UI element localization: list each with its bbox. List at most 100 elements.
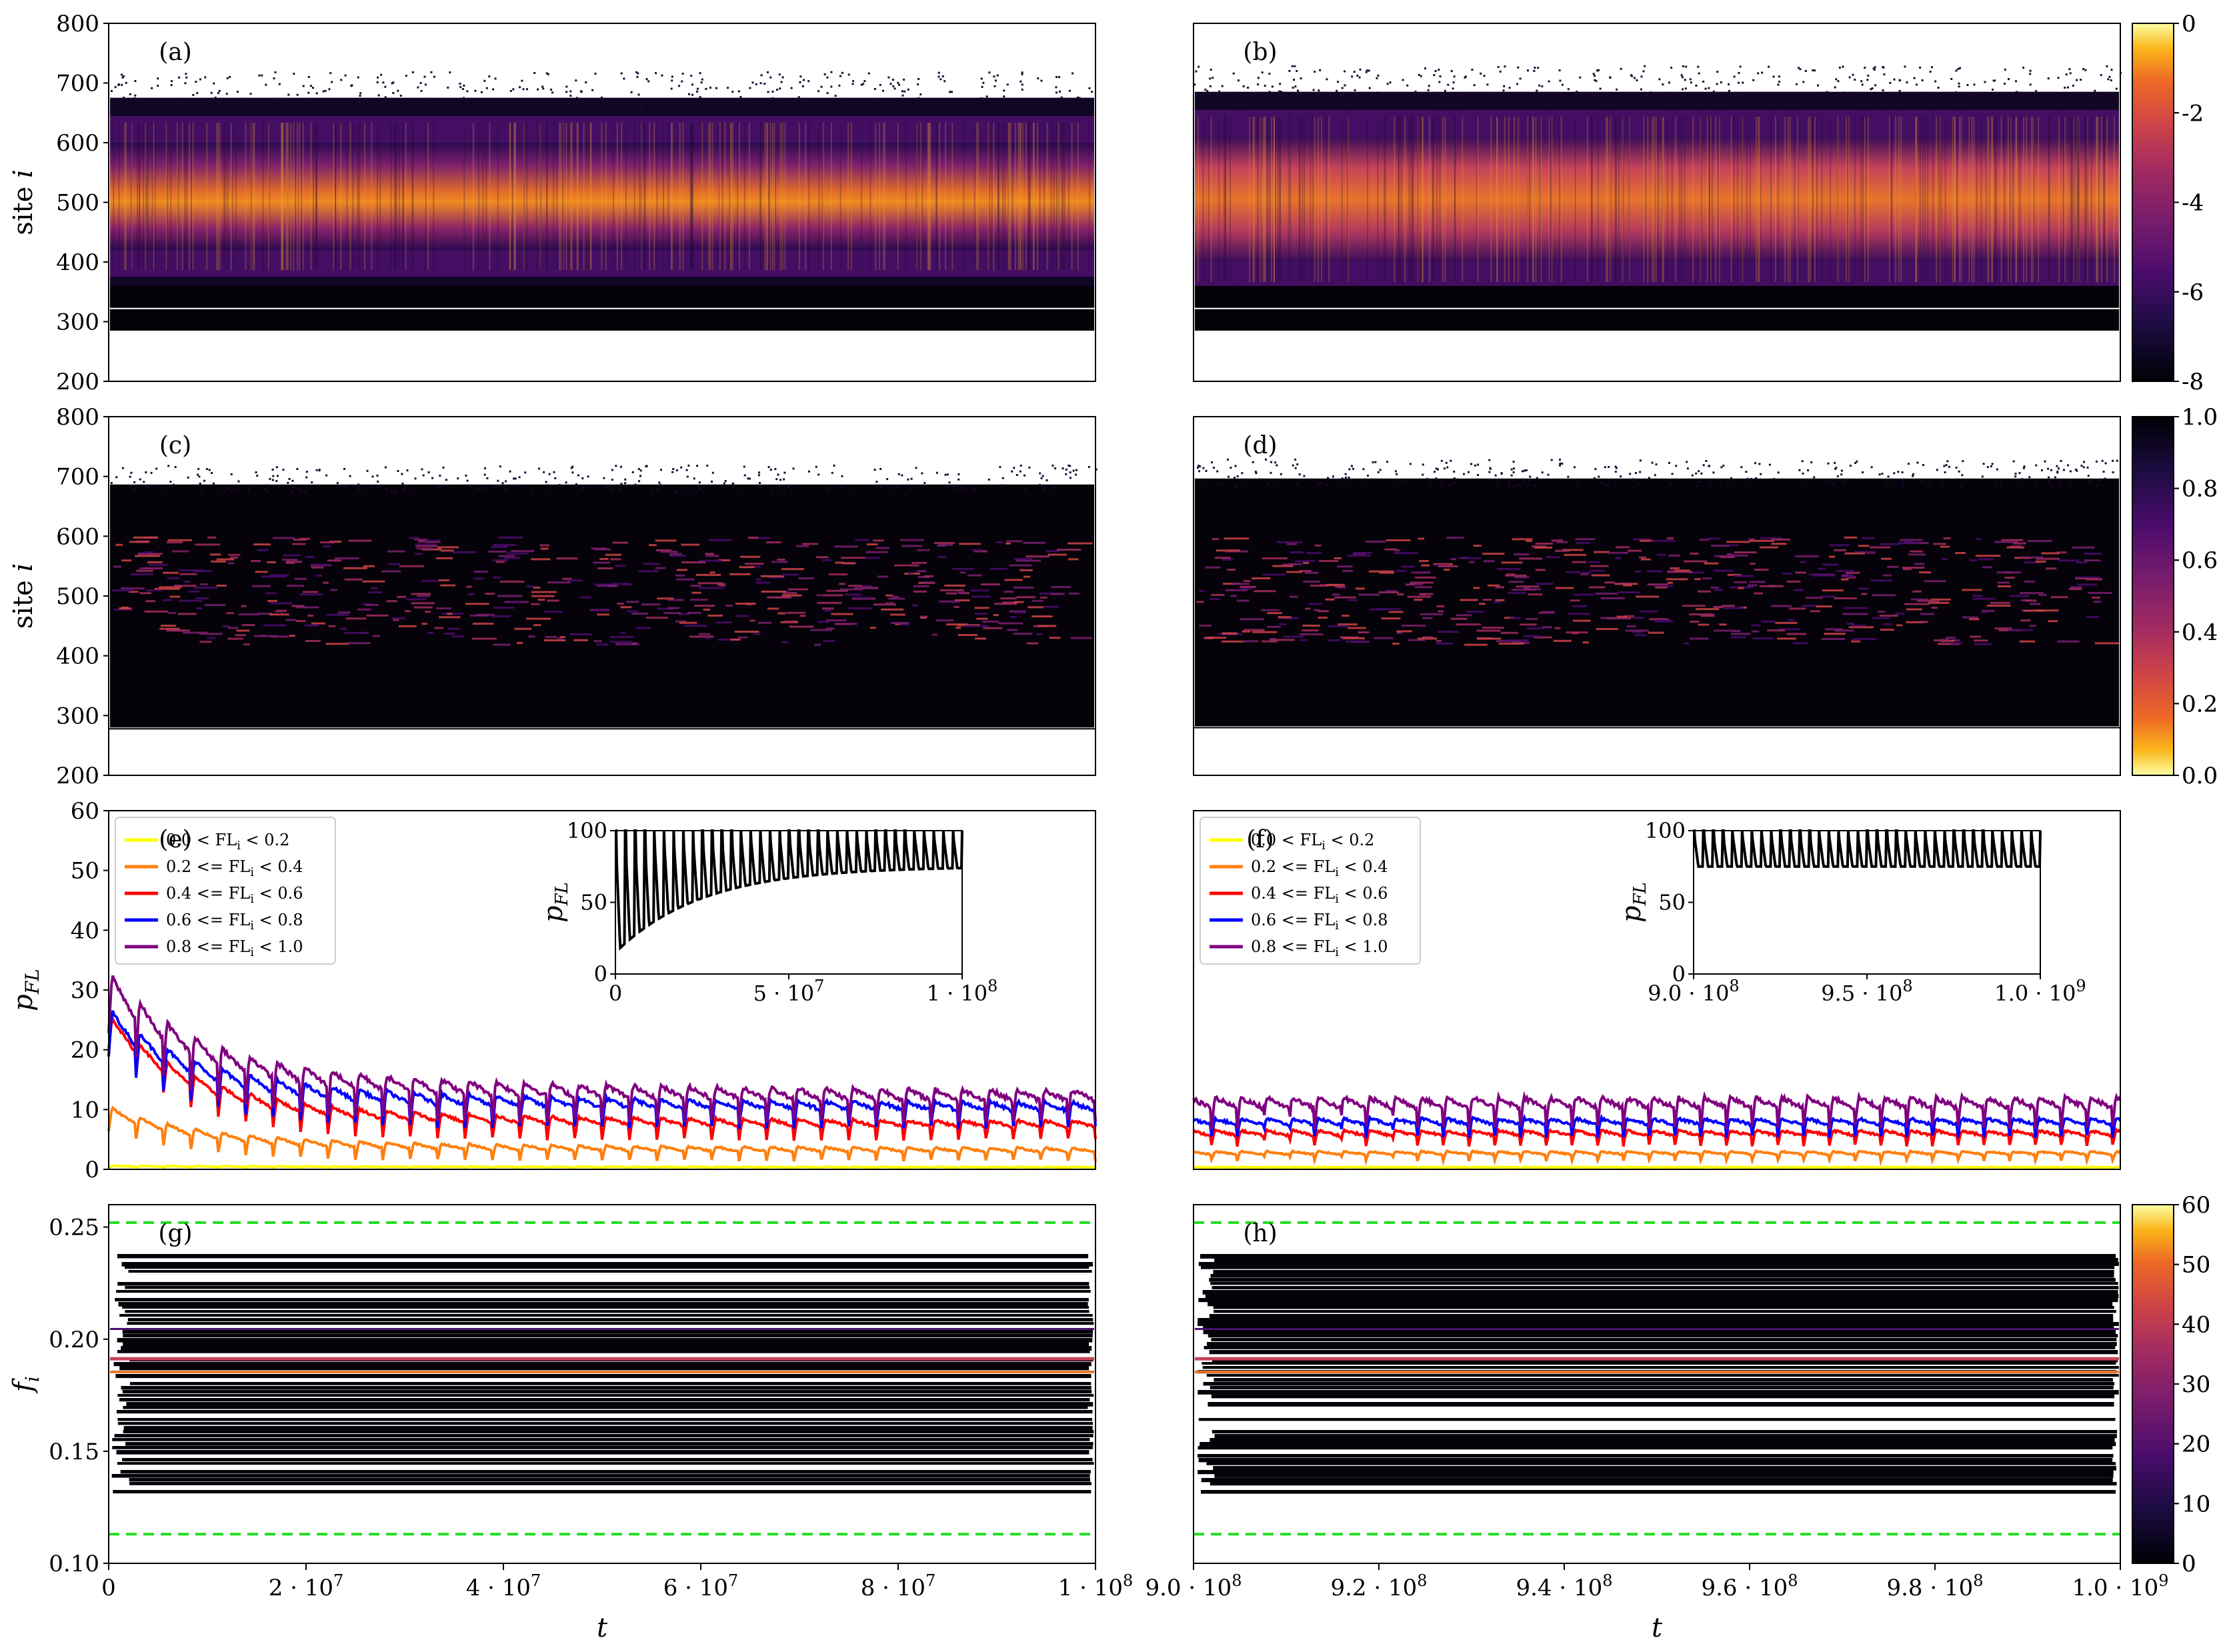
- heatmap-stripe: [1023, 575, 1031, 578]
- heatmap-speck: [501, 99, 503, 102]
- heatmap-stripe: [907, 572, 914, 575]
- heatmap-stripe: [796, 545, 809, 547]
- heatmap-streak: [176, 123, 178, 271]
- heatmap-stripe: [357, 608, 371, 611]
- heatmap-speck: [133, 97, 136, 99]
- y-tick-label: 20: [71, 1037, 99, 1064]
- heatmap-stripe: [1414, 586, 1432, 589]
- heatmap-speck: [790, 490, 793, 493]
- heatmap-speck: [799, 75, 802, 78]
- heatmap-stripe: [1236, 599, 1250, 602]
- heatmap-speck: [2098, 479, 2100, 481]
- inset-x-tick-label: 5 · 107: [753, 977, 825, 1006]
- heatmap-stripe: [437, 546, 459, 549]
- heatmap-stripe: [989, 567, 1007, 570]
- heatmap-row: [123, 1333, 1093, 1338]
- heatmap-speck: [765, 105, 767, 107]
- heatmap-speck: [1268, 96, 1271, 99]
- heatmap-streak: [1770, 117, 1772, 282]
- heatmap-stripe: [210, 560, 227, 563]
- heatmap-row: [111, 1473, 1090, 1478]
- heatmap-stripe: [698, 633, 711, 635]
- heatmap-row: [121, 1261, 1093, 1267]
- heatmap-speck: [359, 95, 361, 97]
- heatmap-speck: [212, 97, 215, 100]
- heatmap-speck: [1898, 79, 1901, 82]
- heatmap-stripe: [1468, 561, 1475, 563]
- heatmap-streak: [335, 123, 337, 271]
- heatmap-stripe: [405, 598, 427, 601]
- heatmap-stripe: [263, 624, 286, 627]
- heatmap-stripe: [362, 580, 385, 583]
- heatmap-speck: [806, 100, 809, 103]
- heatmap-speck: [696, 465, 699, 467]
- heatmap-speck: [1344, 476, 1347, 479]
- heatmap-streak: [227, 123, 229, 271]
- heatmap-stripe: [1003, 591, 1014, 593]
- heatmap-speck: [274, 71, 277, 74]
- heatmap-stripe: [1564, 553, 1587, 556]
- heatmap-stripe: [835, 623, 853, 625]
- heatmap-speck: [1739, 65, 1742, 68]
- heatmap-speck: [1003, 89, 1005, 92]
- heatmap-speck: [1740, 93, 1743, 96]
- heatmap-stripe: [204, 604, 226, 607]
- heatmap-streak: [1532, 117, 1534, 282]
- heatmap-streak: [945, 123, 947, 271]
- heatmap-speck: [328, 88, 331, 91]
- heatmap-stripe: [1824, 628, 1844, 631]
- heatmap-speck: [1017, 102, 1020, 105]
- heatmap-speck: [1837, 80, 1840, 83]
- colorbar-tick-label: 0.8: [2182, 476, 2218, 503]
- heatmap-stripe: [381, 570, 401, 573]
- heatmap-streak: [1749, 117, 1751, 282]
- heatmap-stripe: [1714, 589, 1723, 591]
- heatmap-speck: [1606, 98, 1608, 101]
- heatmap-streak: [1252, 117, 1254, 282]
- heatmap-stripe: [760, 575, 784, 577]
- heatmap-row: [1214, 1377, 2113, 1382]
- heatmap-stripe: [620, 606, 632, 609]
- heatmap-streak: [2078, 117, 2080, 282]
- heatmap-speck: [419, 81, 422, 84]
- heatmap-stripe: [227, 627, 239, 629]
- heatmap-streak: [1320, 117, 1322, 282]
- heatmap-row: [117, 1461, 1094, 1465]
- heatmap-speck: [1424, 67, 1427, 70]
- heatmap-speck: [1202, 467, 1205, 469]
- heatmap-stripe: [635, 627, 651, 629]
- heatmap-speck: [980, 97, 983, 99]
- y-tick-label: 700: [56, 71, 99, 97]
- heatmap-stripe: [2028, 539, 2053, 542]
- heatmap-speck: [957, 478, 960, 481]
- heatmap-speck: [158, 485, 161, 487]
- heatmap-stripe: [160, 625, 177, 627]
- heatmap-speck: [1414, 91, 1417, 93]
- heatmap-speck: [1901, 478, 1904, 481]
- heatmap-speck: [828, 109, 831, 111]
- heatmap-row: [123, 1405, 1088, 1409]
- heatmap-speck: [208, 469, 211, 471]
- heatmap-speck: [558, 483, 561, 486]
- heatmap-speck: [2093, 98, 2096, 101]
- heatmap-speck: [769, 108, 772, 111]
- heatmap-speck: [639, 475, 642, 477]
- heatmap-speck: [401, 473, 403, 475]
- heatmap-speck: [1852, 95, 1855, 97]
- heatmap-streak: [1607, 117, 1609, 282]
- heatmap-speck: [1504, 65, 1506, 68]
- heatmap-row: [1198, 1321, 2119, 1327]
- heatmap-speck: [549, 88, 552, 91]
- heatmap-stripe: [1270, 639, 1295, 641]
- series-line: [1193, 1165, 2121, 1170]
- heatmap-stripe: [265, 592, 277, 595]
- heatmap-speck: [2023, 465, 2026, 468]
- heatmap-row: [117, 1253, 1089, 1259]
- heatmap-stripe: [115, 543, 123, 546]
- heatmap-stripe: [314, 563, 329, 566]
- heatmap-speck: [1567, 88, 1570, 91]
- heatmap-speck: [1091, 91, 1093, 93]
- heatmap-speck: [783, 101, 785, 104]
- heatmap-speck: [466, 90, 469, 93]
- heatmap-stripe: [1972, 597, 1996, 600]
